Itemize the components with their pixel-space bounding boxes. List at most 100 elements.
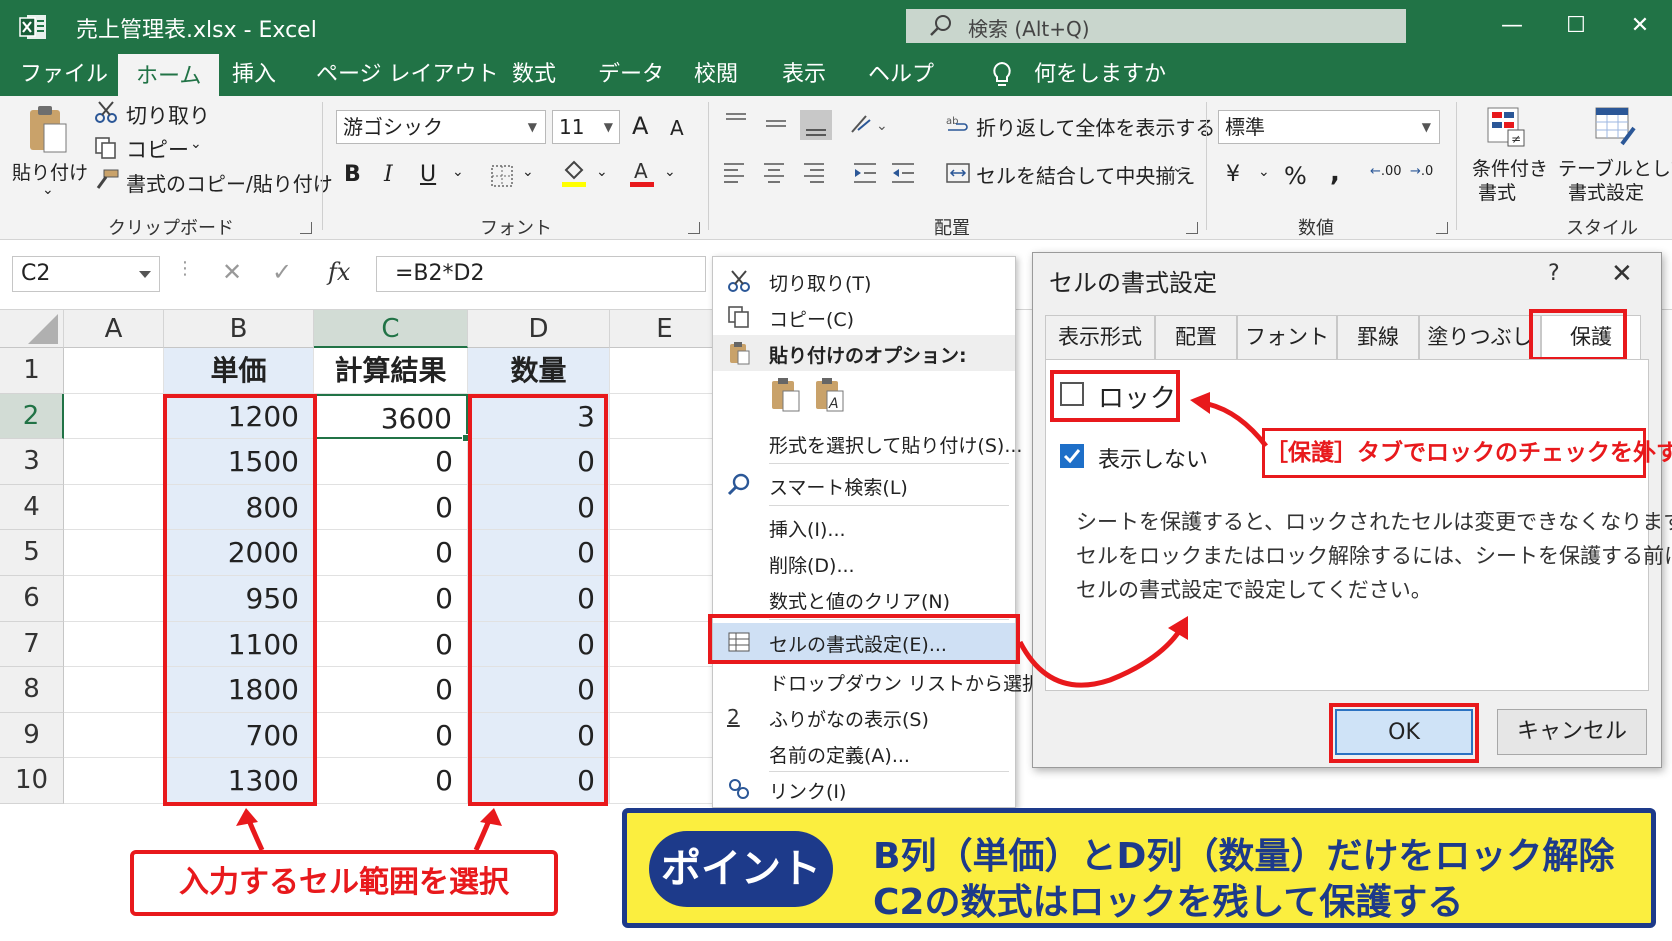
row-header-4[interactable]: 4 (0, 484, 64, 531)
number-format-select[interactable]: 標準 ▼ (1218, 110, 1440, 144)
cell-c8[interactable]: 0 (314, 667, 468, 713)
clipboard-launcher-icon[interactable] (300, 222, 312, 234)
cell-e5[interactable] (610, 530, 720, 576)
menu-paste-special[interactable]: 形式を選択して貼り付け(S)... (713, 425, 1022, 461)
tab-border[interactable]: 罫線 (1337, 315, 1419, 359)
tab-page-layout[interactable]: ページ レイアウト (316, 54, 499, 96)
cell-a2[interactable] (64, 393, 164, 440)
cell-d1[interactable]: 数量 (468, 348, 610, 394)
tell-me[interactable]: 何をしますか (990, 54, 1166, 96)
format-painter-button[interactable]: 書式のコピー/貼り付け (126, 168, 333, 197)
font-launcher-icon[interactable] (688, 222, 700, 234)
paste-button[interactable]: 貼り付け (12, 158, 88, 185)
column-header-b[interactable]: B (164, 310, 314, 348)
paste-dropdown-icon[interactable]: ⌄ (42, 182, 54, 198)
minimize-button[interactable]: — (1492, 8, 1532, 44)
select-all-corner[interactable] (0, 310, 64, 348)
font-size-select[interactable]: 11 ▼ (552, 110, 620, 144)
close-button[interactable]: ✕ (1620, 8, 1660, 44)
conditional-format-line2[interactable]: 書式 (1478, 178, 1516, 205)
cell-e1[interactable] (610, 348, 720, 394)
menu-smart-lookup[interactable]: スマート検索(L) (713, 467, 1015, 503)
cell-e2[interactable] (610, 393, 720, 440)
merge-dropdown-icon[interactable]: ⌄ (1172, 160, 1184, 176)
border-dropdown-icon[interactable]: ⌄ (522, 164, 534, 180)
cell-a8[interactable] (64, 667, 164, 713)
vertical-align-icons[interactable] (722, 110, 832, 140)
help-button[interactable]: ? (1548, 261, 1560, 286)
horizontal-align-icons[interactable] (722, 160, 832, 186)
comma-button[interactable]: , (1330, 158, 1340, 188)
font-name-select[interactable]: 游ゴシック ▼ (336, 110, 546, 144)
increase-decimal-button[interactable]: ←.00 (1370, 164, 1402, 179)
menu-link[interactable]: リンク(I) (713, 771, 1015, 807)
cell-e8[interactable] (610, 667, 720, 713)
format-as-table-line2[interactable]: 書式設定 (1568, 178, 1644, 205)
tab-view[interactable]: 表示 (782, 54, 826, 96)
italic-button[interactable]: I (384, 162, 393, 187)
cell-c7[interactable]: 0 (314, 621, 468, 668)
tab-data[interactable]: データ (598, 54, 664, 96)
currency-button[interactable]: ¥ (1226, 162, 1240, 187)
paste-formulas-icon[interactable]: A (813, 377, 847, 413)
tab-insert[interactable]: 挿入 (232, 54, 276, 96)
decrease-decimal-button[interactable]: →.0 (1410, 164, 1433, 179)
cell-e6[interactable] (610, 576, 720, 622)
tab-review[interactable]: 校閲 (694, 54, 738, 96)
tab-font[interactable]: フォント (1237, 315, 1337, 359)
tab-fill[interactable]: 塗りつぶし (1419, 315, 1541, 359)
cell-a9[interactable] (64, 712, 164, 759)
indent-icons[interactable] (852, 160, 922, 186)
menu-show-furigana[interactable]: 2 ふりがなの表示(S) (713, 699, 1015, 735)
underline-button[interactable]: U (420, 162, 436, 187)
paste-option-icon[interactable] (769, 377, 803, 413)
row-header-7[interactable]: 7 (0, 621, 64, 668)
alignment-launcher-icon[interactable] (1186, 222, 1198, 234)
menu-pick-from-list[interactable]: ドロップダウン リストから選択(K)... (713, 663, 1086, 699)
tab-alignment[interactable]: 配置 (1155, 315, 1237, 359)
grow-font-button[interactable]: A (632, 112, 648, 140)
cut-button[interactable]: 切り取り (126, 100, 210, 130)
wrap-text-button[interactable]: 折り返して全体を表示する (976, 112, 1215, 141)
cell-e9[interactable] (610, 712, 720, 759)
cell-a4[interactable] (64, 484, 164, 531)
conditional-format-line1[interactable]: 条件付き (1472, 154, 1548, 181)
menu-cut[interactable]: 切り取り(T) (713, 263, 1015, 299)
border-icon[interactable] (490, 164, 514, 188)
merge-center-button[interactable]: セルを結合して中央揃え (976, 160, 1195, 189)
cancel-entry-icon[interactable]: ✕ (222, 258, 242, 286)
fill-color-icon[interactable] (560, 158, 588, 188)
menu-delete[interactable]: 削除(D)... (713, 545, 1015, 581)
cell-c4[interactable]: 0 (314, 484, 468, 531)
shrink-font-button[interactable]: A (670, 116, 684, 140)
currency-dropdown-icon[interactable]: ⌄ (1258, 164, 1270, 180)
cell-a1[interactable] (64, 348, 164, 394)
tab-help[interactable]: ヘルプ (868, 54, 934, 96)
menu-insert[interactable]: 挿入(I)... (713, 509, 1015, 545)
tab-formulas[interactable]: 数式 (512, 54, 556, 96)
menu-copy[interactable]: コピー(C) (713, 299, 1015, 335)
cell-e4[interactable] (610, 484, 720, 531)
underline-dropdown-icon[interactable]: ⌄ (452, 164, 464, 180)
maximize-button[interactable]: ☐ (1556, 8, 1596, 44)
cell-c1[interactable]: 計算結果 (314, 348, 468, 394)
orientation-icon[interactable]: ⌄ (848, 110, 888, 138)
fill-dropdown-icon[interactable]: ⌄ (596, 164, 608, 180)
bold-button[interactable]: B (344, 162, 361, 187)
font-color-icon[interactable]: A (628, 158, 656, 188)
column-header-c[interactable]: C (314, 310, 468, 348)
format-as-table-line1[interactable]: テーブルとして (1558, 154, 1672, 181)
cell-a10[interactable] (64, 758, 164, 804)
paste-icon[interactable] (24, 104, 70, 156)
cell-c9[interactable]: 0 (314, 712, 468, 759)
search-box[interactable]: 検索 (Alt+Q) (906, 9, 1406, 43)
column-header-e[interactable]: E (610, 310, 720, 348)
hidden-checkbox[interactable] (1060, 444, 1084, 468)
row-header-9[interactable]: 9 (0, 712, 64, 759)
column-header-d[interactable]: D (468, 310, 610, 348)
row-header-8[interactable]: 8 (0, 667, 64, 713)
cell-c3[interactable]: 0 (314, 439, 468, 485)
cancel-button[interactable]: キャンセル (1497, 709, 1647, 755)
row-header-3[interactable]: 3 (0, 439, 64, 485)
insert-function-button[interactable]: fx (328, 258, 350, 286)
